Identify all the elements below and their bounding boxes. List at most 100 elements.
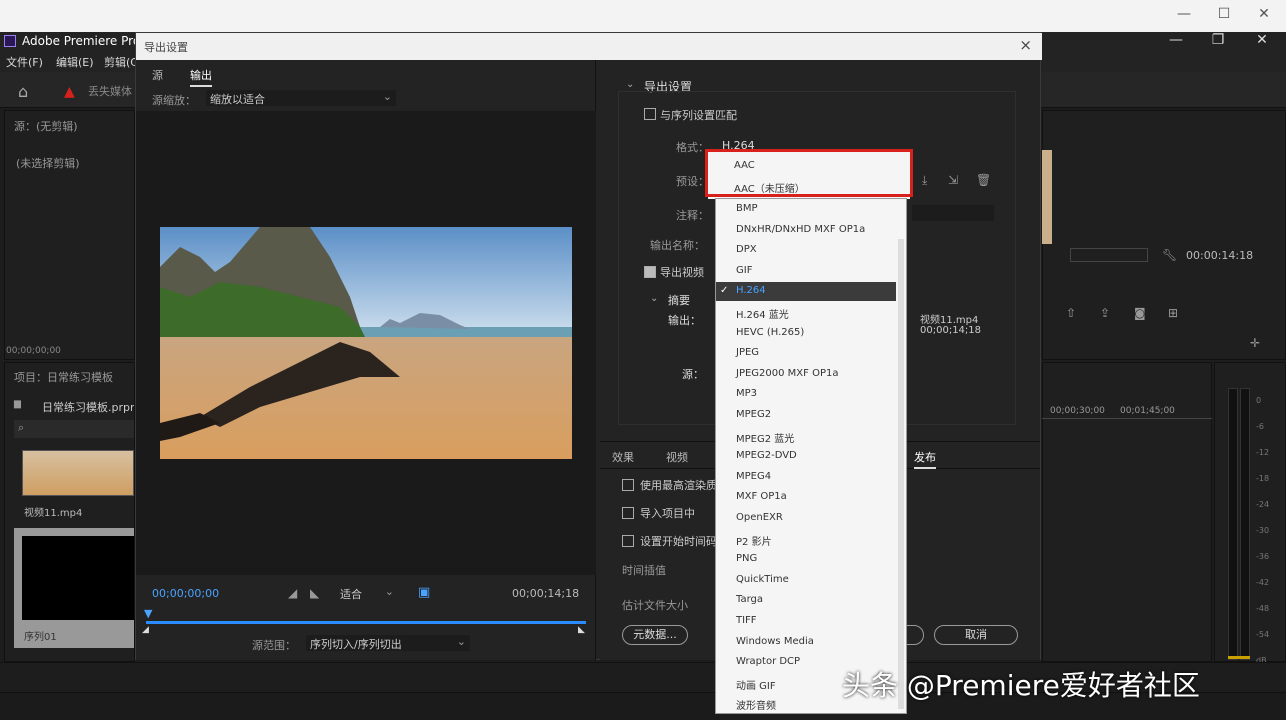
tab-publish[interactable]: 发布: [914, 449, 936, 469]
dialog-close-icon[interactable]: ×: [1019, 36, 1032, 54]
audio-meter-panel: [1214, 362, 1286, 662]
home-icon[interactable]: ⌂: [18, 82, 28, 101]
range-chevron-icon: ⌄: [456, 635, 466, 648]
extract-icon[interactable]: ⇪: [1100, 306, 1110, 320]
crop-icon[interactable]: ▣: [418, 585, 430, 600]
project-search-input[interactable]: [14, 420, 134, 438]
format-option[interactable]: BMP: [736, 203, 758, 214]
import-preset-icon[interactable]: ⇲: [948, 173, 958, 187]
close-icon[interactable]: ✕: [1244, 6, 1284, 26]
app-title: Adobe Premiere Pro: [22, 34, 141, 48]
source-panel: [4, 110, 135, 360]
dialog-titlebar: [136, 33, 1042, 60]
project-tab[interactable]: 项目：日常练习模板: [14, 369, 113, 385]
summary-collapse-icon[interactable]: ⌄: [650, 293, 658, 304]
scaling-label: 源缩放：: [152, 94, 196, 107]
format-option[interactable]: MPEG2: [736, 409, 771, 420]
meter-tick-label: 0: [1256, 396, 1262, 405]
menu-edit[interactable]: 编辑(E): [56, 54, 94, 70]
fit-select[interactable]: 适合 ⌄: [336, 585, 398, 601]
timeline-tc-145: 00;01;45;00: [1120, 406, 1175, 416]
comment-input[interactable]: [912, 205, 994, 221]
format-option[interactable]: QuickTime: [736, 574, 789, 585]
format-option[interactable]: DPX: [736, 244, 757, 255]
dropdown-scrollbar[interactable]: [898, 239, 904, 709]
range-value: 序列切入/序列切出: [310, 638, 402, 651]
format-option[interactable]: OpenEXR: [736, 512, 783, 523]
trash-icon[interactable]: 🗑︎: [976, 173, 991, 187]
format-option[interactable]: Wraptor DCP: [736, 656, 800, 667]
max-render-quality-label: 使用最高渲染质量: [640, 479, 716, 492]
summary-output-time: 00;00;14;18: [920, 325, 982, 336]
program-preview: [1042, 150, 1052, 244]
camera-icon[interactable]: ◙: [1134, 306, 1146, 320]
watermark: 头条 @Premiere爱好者社区: [842, 669, 1200, 702]
mark-out-icon[interactable]: ◣: [310, 586, 319, 600]
meter-tick-label: -24: [1256, 500, 1270, 509]
tab-source[interactable]: 源: [152, 67, 163, 83]
metadata-button[interactable]: 元数据...: [622, 625, 688, 645]
program-fit-select[interactable]: [1070, 248, 1148, 262]
format-option[interactable]: MPEG2-DVD: [736, 450, 797, 461]
format-option[interactable]: JPEG2000 MXF OP1a: [736, 368, 838, 379]
timeline-ruler: [1042, 418, 1212, 419]
plus-icon[interactable]: ✛: [1250, 336, 1260, 350]
set-start-timecode-label: 设置开始时间码: [640, 535, 716, 548]
fit-value: 适合: [340, 588, 362, 601]
button-editor-icon[interactable]: ⊞: [1168, 306, 1178, 320]
format-option[interactable]: TIFF: [736, 615, 757, 626]
format-option[interactable]: H.264 蓝光: [736, 306, 789, 321]
export-video-label: 导出视频: [660, 266, 704, 279]
format-option[interactable]: Windows Media: [736, 636, 814, 647]
format-option[interactable]: MPEG4: [736, 471, 771, 482]
app-restore-icon[interactable]: ❐: [1198, 32, 1238, 50]
format-option[interactable]: JPEG: [736, 347, 759, 358]
format-option[interactable]: GIF: [736, 265, 752, 276]
tab-output[interactable]: 输出: [190, 67, 212, 87]
collapse-icon[interactable]: ⌄: [626, 79, 634, 90]
tab-effects[interactable]: 效果: [612, 449, 634, 465]
format-option[interactable]: Targa: [736, 594, 763, 605]
range-select[interactable]: 序列切入/序列切出 ⌄: [306, 635, 470, 651]
maximize-icon[interactable]: ☐: [1204, 6, 1244, 26]
meter-tick-label: -36: [1256, 552, 1270, 561]
wrench-icon[interactable]: 🔧︎: [1162, 248, 1177, 262]
format-option[interactable]: PNG: [736, 553, 757, 564]
export-range-bar[interactable]: [146, 621, 586, 624]
out-point-handle-icon[interactable]: ◣: [578, 625, 585, 635]
clip-thumbnail-1[interactable]: [22, 450, 134, 496]
format-option[interactable]: HEVC (H.265): [736, 327, 804, 338]
scaling-select[interactable]: 缩放以适合 ⌄: [206, 90, 396, 106]
lift-icon[interactable]: ⇧: [1066, 306, 1076, 320]
format-option[interactable]: 波形音频: [736, 697, 776, 712]
minimize-icon[interactable]: —: [1164, 6, 1204, 26]
format-option[interactable]: DNxHR/DNxHD MXF OP1a: [736, 224, 865, 235]
app-close-icon[interactable]: ✕: [1242, 32, 1282, 50]
format-option[interactable]: H.264: [736, 285, 766, 296]
playhead-timecode[interactable]: 00;00;00;00: [152, 587, 219, 600]
scaling-value: 缩放以适合: [210, 93, 265, 106]
program-timecode: 00:00:14:18: [1186, 249, 1254, 262]
save-preset-icon[interactable]: ⤓: [922, 173, 927, 188]
export-video-checkbox[interactable]: [644, 266, 656, 278]
app-minimize-icon[interactable]: —: [1156, 32, 1196, 50]
meter-tick-label: -12: [1256, 448, 1270, 457]
no-clip-text: (未选择剪辑): [16, 157, 80, 170]
import-project-checkbox[interactable]: [622, 507, 634, 519]
match-sequence-checkbox[interactable]: [644, 108, 656, 120]
cancel-button[interactable]: 取消: [934, 625, 1018, 645]
in-point-handle-icon[interactable]: ◢: [142, 625, 149, 635]
tab-video[interactable]: 视频: [666, 449, 688, 465]
summary-output-label: 输出：: [668, 314, 701, 327]
mark-in-icon[interactable]: ◢: [288, 586, 297, 600]
playhead-icon[interactable]: ▼: [144, 607, 152, 620]
max-render-quality-checkbox[interactable]: [622, 479, 634, 491]
format-option[interactable]: MP3: [736, 388, 757, 399]
format-option[interactable]: MXF OP1a: [736, 491, 787, 502]
source-tab[interactable]: 源：(无剪辑): [14, 118, 78, 134]
format-option[interactable]: MPEG2 蓝光: [736, 430, 794, 445]
format-option[interactable]: P2 影片: [736, 533, 772, 548]
menu-file[interactable]: 文件(F): [6, 54, 43, 70]
format-option[interactable]: 动画 GIF: [736, 677, 776, 692]
set-start-timecode-checkbox[interactable]: [622, 535, 634, 547]
